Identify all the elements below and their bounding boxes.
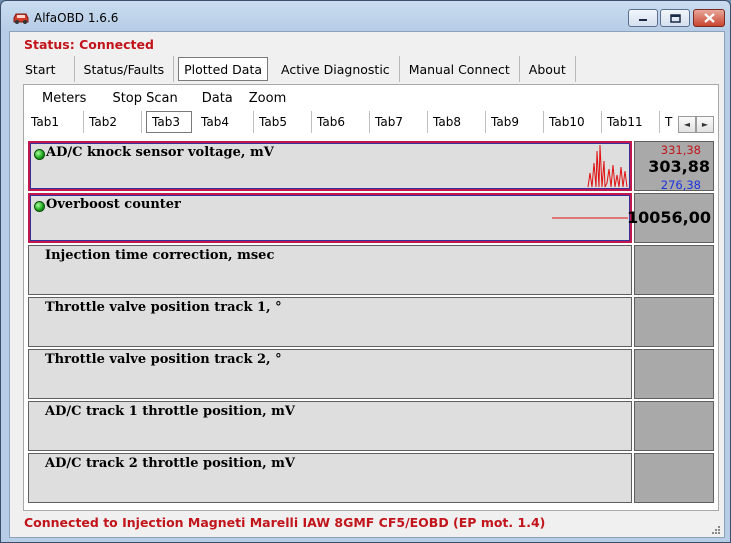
status-led-icon: [34, 149, 45, 160]
tab-11[interactable]: Tab11: [602, 111, 660, 133]
value-max: 331,38: [660, 143, 701, 157]
menu-manual-connect[interactable]: Manual Connect: [400, 56, 520, 82]
parameter-label: AD/C track 2 throttle position, mV: [45, 456, 295, 471]
value-min: 276,38: [660, 178, 701, 192]
tab-scroll-buttons: ◄ ►: [678, 116, 716, 133]
value-current: 10056,00: [626, 208, 711, 227]
menu-about[interactable]: About: [520, 56, 576, 82]
menu-start[interactable]: Start: [16, 56, 75, 82]
connection-status: Status: Connected: [24, 37, 154, 52]
parameter-label: Throttle valve position track 2, °: [45, 352, 282, 367]
tab-10[interactable]: Tab10: [544, 111, 602, 133]
client-area: Status: Connected Start Status/Faults Pl…: [9, 31, 725, 538]
minimize-icon: [639, 19, 647, 21]
value-current: 303,88: [648, 157, 710, 176]
plot-trace: [587, 144, 628, 188]
tab-2[interactable]: Tab2: [84, 111, 142, 133]
submenu-data[interactable]: Data: [186, 91, 241, 106]
parameter-row[interactable]: AD/C knock sensor voltage, mV 331,38 303…: [28, 141, 714, 192]
window-title: AlfaOBD 1.6.6: [34, 11, 119, 25]
parameter-label: Throttle valve position track 1, °: [45, 300, 282, 315]
parameter-plot-area[interactable]: AD/C track 1 throttle position, mV: [28, 401, 632, 451]
parameter-plot-area[interactable]: Throttle valve position track 1, °: [28, 297, 632, 347]
parameter-plot-area[interactable]: Overboost counter: [28, 193, 632, 243]
menu-status-faults[interactable]: Status/Faults: [75, 56, 175, 82]
tab-scroll-right-button[interactable]: ►: [696, 116, 714, 133]
arrow-left-icon: ◄: [683, 120, 691, 129]
parameter-value-box: [634, 297, 714, 347]
tab-scroll-left-button[interactable]: ◄: [678, 116, 696, 133]
submenu-meters[interactable]: Meters: [34, 91, 94, 106]
parameter-value-box: [634, 453, 714, 503]
parameter-value-box: [634, 401, 714, 451]
resize-grip-icon[interactable]: [711, 525, 721, 535]
tab-1[interactable]: Tab1: [26, 111, 84, 133]
minimize-button[interactable]: [628, 9, 658, 27]
parameter-plot-area[interactable]: Injection time correction, msec: [28, 245, 632, 295]
tab-strip: Tab1 Tab2 Tab3 Tab4 Tab5 Tab6 Tab7 Tab8 …: [26, 111, 716, 135]
parameter-value-box: [634, 349, 714, 399]
tab-7[interactable]: Tab7: [370, 111, 428, 133]
tab-4[interactable]: Tab4: [196, 111, 254, 133]
parameter-value-box: 331,38 303,88 276,38: [634, 141, 714, 192]
tab-6[interactable]: Tab6: [312, 111, 370, 133]
tab-9[interactable]: Tab9: [486, 111, 544, 133]
close-button[interactable]: [693, 9, 725, 27]
app-window: AlfaOBD 1.6.6 Status: Connected Start St…: [0, 0, 731, 543]
arrow-right-icon: ►: [701, 120, 709, 129]
parameter-plot-area[interactable]: AD/C track 2 throttle position, mV: [28, 453, 632, 503]
parameter-row[interactable]: AD/C track 1 throttle position, mV: [28, 401, 714, 451]
parameter-label: AD/C knock sensor voltage, mV: [46, 145, 274, 160]
parameter-row[interactable]: Overboost counter 10056,00: [28, 193, 714, 243]
parameter-value-box: [634, 245, 714, 295]
sub-menu: Meters Stop Scan Data Zoom: [34, 91, 294, 106]
tab-8[interactable]: Tab8: [428, 111, 486, 133]
parameter-plot-area[interactable]: Throttle valve position track 2, °: [28, 349, 632, 399]
parameter-list: AD/C knock sensor voltage, mV 331,38 303…: [28, 141, 714, 505]
menu-plotted-data[interactable]: Plotted Data: [178, 57, 269, 81]
status-led-icon: [34, 201, 45, 212]
parameter-label: Overboost counter: [46, 197, 181, 212]
parameter-plot-area[interactable]: AD/C knock sensor voltage, mV: [28, 141, 632, 191]
submenu-zoom[interactable]: Zoom: [241, 91, 294, 106]
connection-info: Connected to Injection Magneti Marelli I…: [24, 515, 546, 530]
parameter-row[interactable]: AD/C track 2 throttle position, mV: [28, 453, 714, 503]
parameter-row[interactable]: Throttle valve position track 1, °: [28, 297, 714, 347]
tab-12[interactable]: T: [660, 111, 680, 133]
tab-3[interactable]: Tab3: [146, 111, 192, 133]
parameter-label: Injection time correction, msec: [45, 248, 275, 263]
menu-active-diagnostic[interactable]: Active Diagnostic: [272, 56, 400, 82]
parameter-value-box: 10056,00: [627, 193, 714, 243]
plotted-data-panel: Meters Stop Scan Data Zoom Tab1 Tab2 Tab…: [23, 84, 719, 511]
submenu-stop-scan[interactable]: Stop Scan: [94, 91, 185, 106]
car-icon: [13, 13, 29, 24]
parameter-label: AD/C track 1 throttle position, mV: [45, 404, 295, 419]
maximize-button[interactable]: [660, 9, 690, 27]
close-icon: [703, 13, 715, 23]
parameter-row[interactable]: Throttle valve position track 2, °: [28, 349, 714, 399]
parameter-row[interactable]: Injection time correction, msec: [28, 245, 714, 295]
tab-5[interactable]: Tab5: [254, 111, 312, 133]
title-bar[interactable]: AlfaOBD 1.6.6: [1, 1, 730, 33]
main-menu: Start Status/Faults Plotted Data Active …: [16, 56, 576, 84]
plot-trace: [552, 217, 628, 219]
maximize-icon: [669, 13, 681, 23]
